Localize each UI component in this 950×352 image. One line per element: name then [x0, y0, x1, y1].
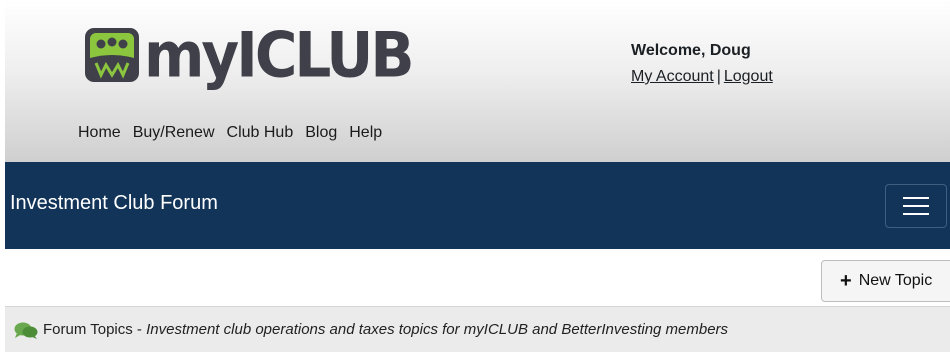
chat-bubbles-icon	[14, 322, 38, 339]
account-links: My Account | Logout	[631, 64, 773, 90]
topics-description: Investment club operations and taxes top…	[146, 321, 729, 338]
myiclub-logo[interactable]: myICLUB	[84, 18, 415, 92]
forum-topics-header: Forum Topics - Investment club operation…	[5, 306, 950, 352]
logo-text: myICLUB	[144, 18, 415, 92]
forum-title-bar: Investment Club Forum	[5, 162, 950, 249]
link-separator: |	[716, 68, 721, 85]
nav-blog[interactable]: Blog	[305, 124, 337, 142]
hamburger-icon-line	[903, 197, 929, 199]
nav-home[interactable]: Home	[78, 124, 121, 142]
my-account-link[interactable]: My Account	[631, 68, 714, 85]
user-welcome: Welcome, Doug My Account | Logout	[631, 38, 773, 90]
club-members-icon	[85, 28, 139, 82]
plus-icon: +	[840, 270, 852, 292]
new-topic-label: New Topic	[858, 272, 933, 289]
welcome-text: Welcome, Doug	[631, 42, 751, 59]
new-topic-button[interactable]: + New Topic	[821, 260, 950, 302]
main-nav: Home Buy/Renew Club Hub Blog Help	[78, 124, 394, 142]
logout-link[interactable]: Logout	[724, 68, 773, 85]
topics-separator: -	[132, 321, 147, 338]
hamburger-icon-line	[903, 213, 929, 215]
hamburger-icon-line	[903, 205, 929, 207]
nav-club-hub[interactable]: Club Hub	[227, 124, 294, 142]
menu-toggle-button[interactable]	[885, 184, 947, 228]
site-header: myICLUB Welcome, Doug My Account | Logout …	[5, 0, 950, 162]
topics-label: Forum Topics	[43, 321, 133, 338]
nav-buy-renew[interactable]: Buy/Renew	[133, 124, 215, 142]
nav-help[interactable]: Help	[349, 124, 382, 142]
forum-title[interactable]: Investment Club Forum	[10, 192, 218, 215]
